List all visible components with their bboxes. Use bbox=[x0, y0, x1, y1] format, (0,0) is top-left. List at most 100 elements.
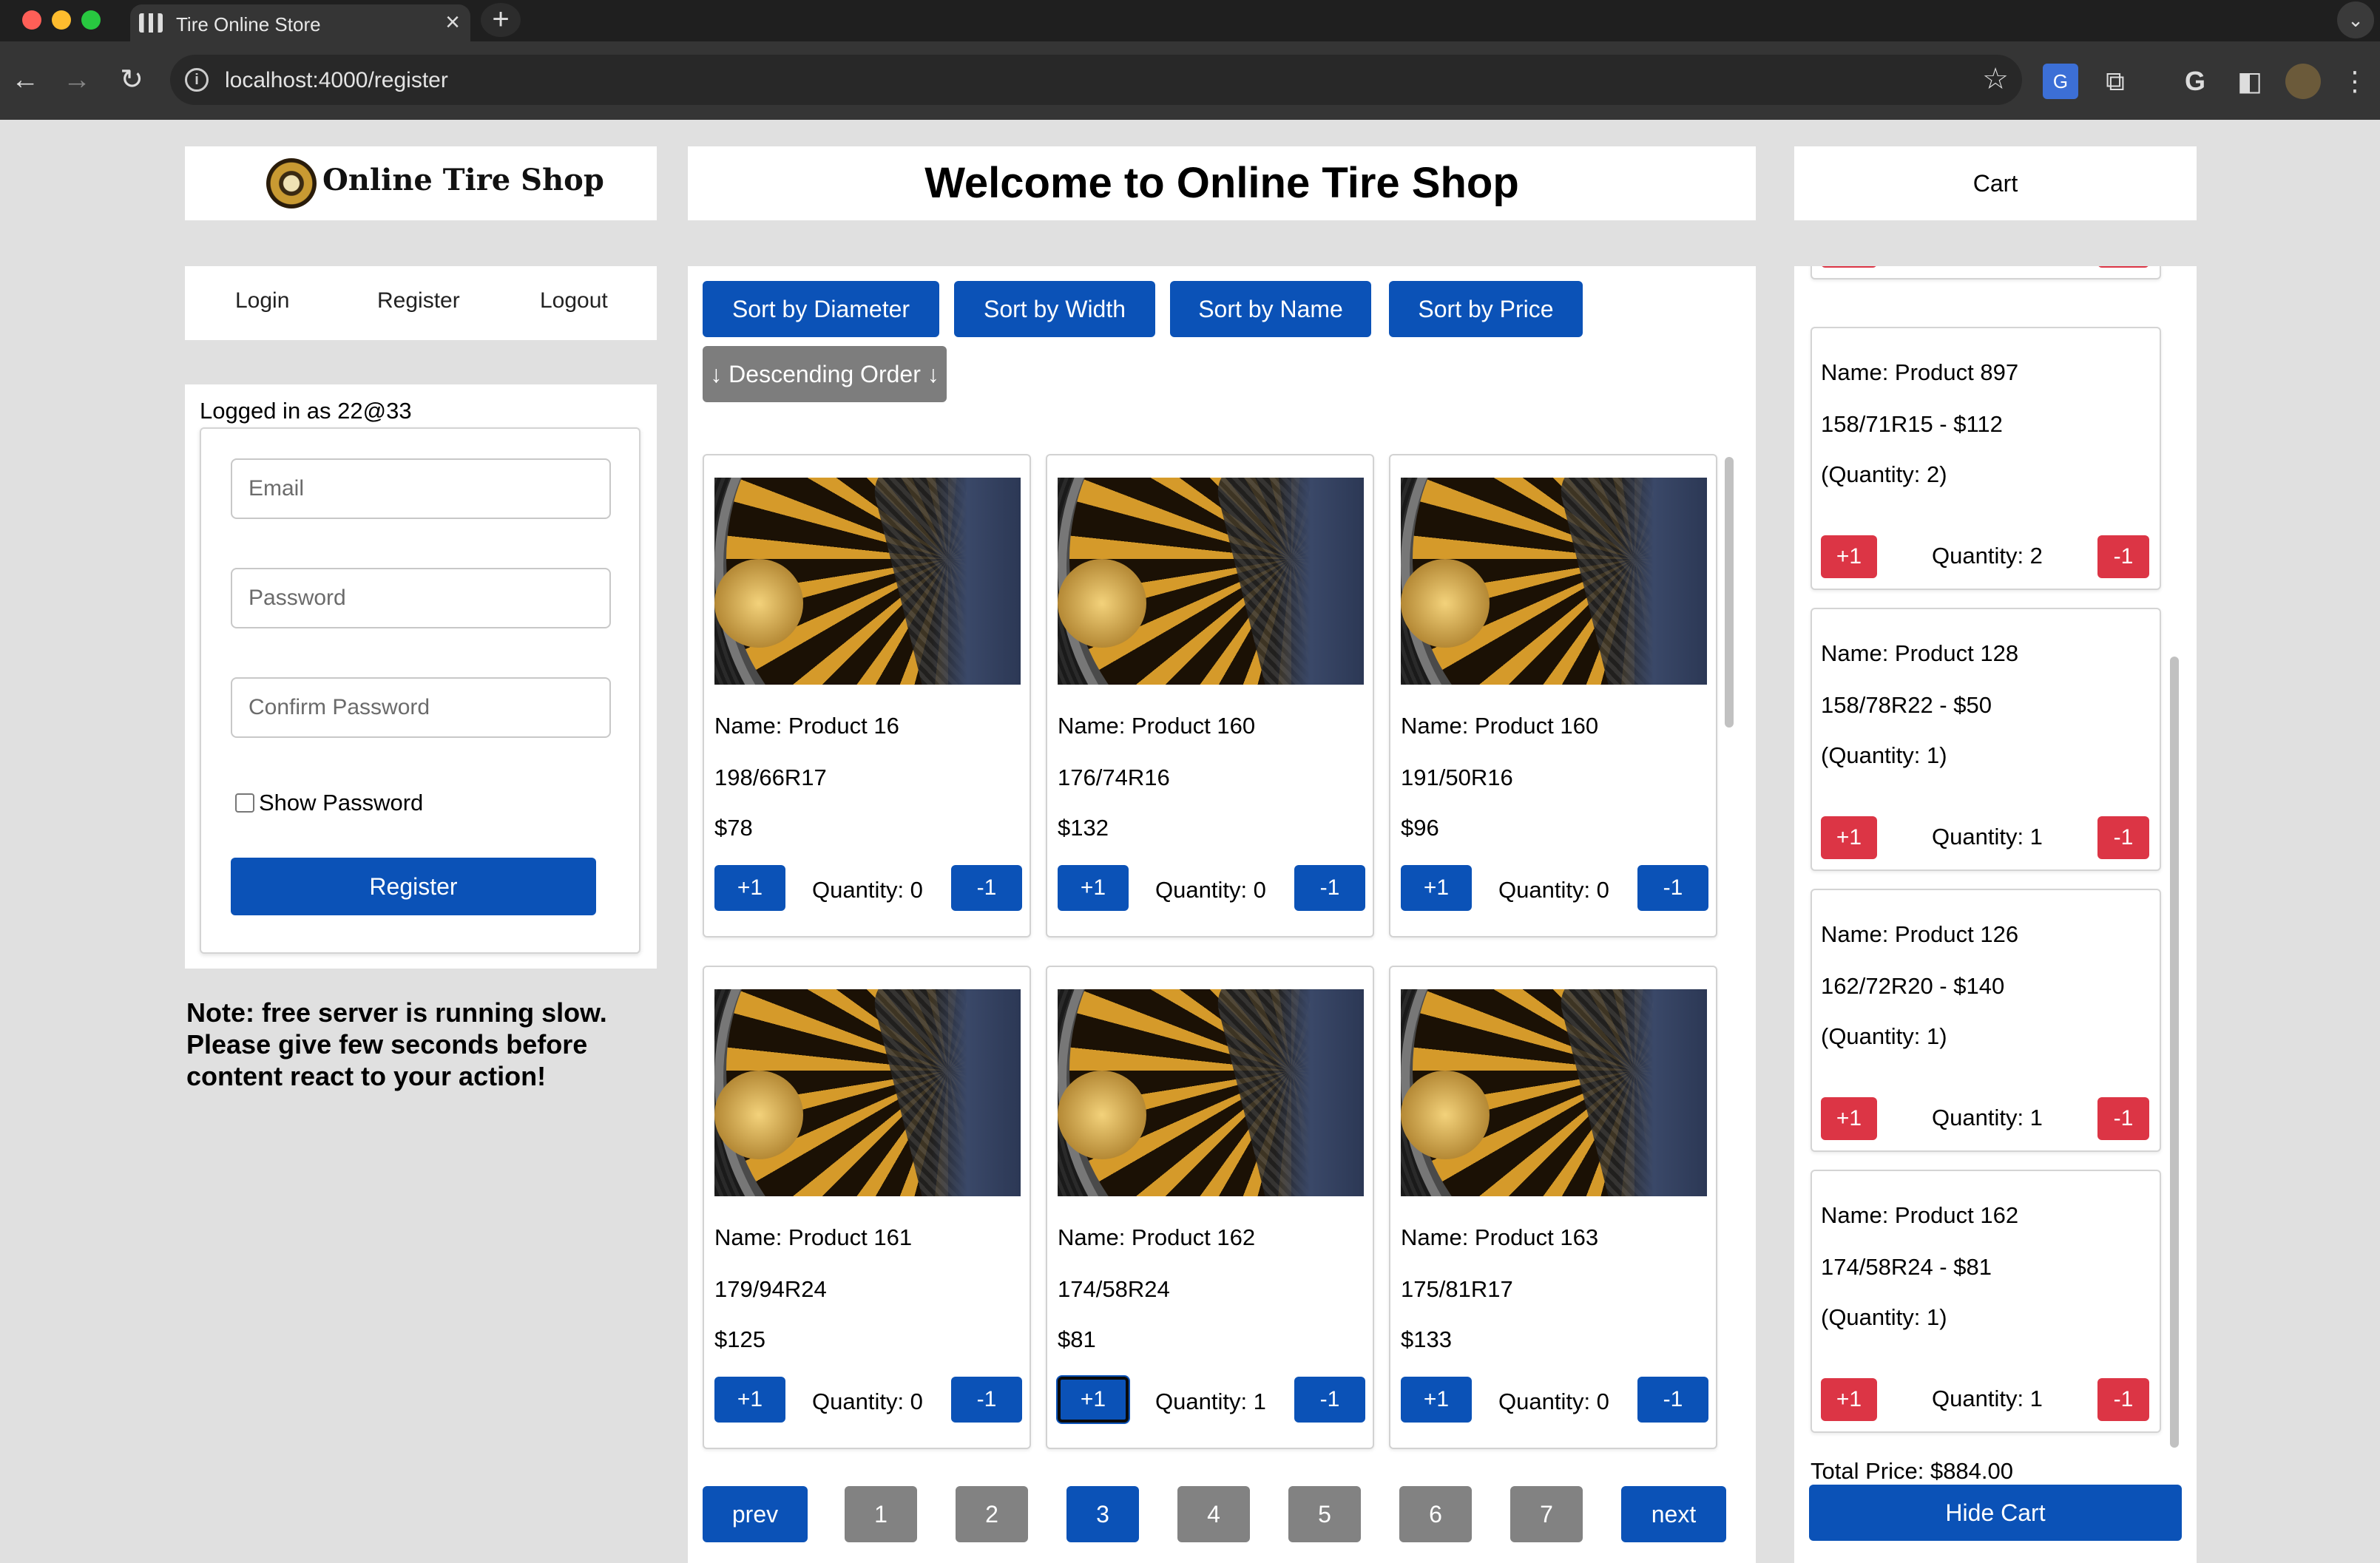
remove-one-button[interactable]: -1 bbox=[1294, 865, 1365, 911]
register-panel: Logged in as 22@33 Show Password Registe… bbox=[185, 384, 657, 969]
page-button[interactable]: 2 bbox=[956, 1486, 1028, 1542]
translate-icon[interactable]: G bbox=[2043, 64, 2078, 99]
sort-by-diameter-button[interactable]: Sort by Diameter bbox=[703, 281, 939, 337]
browser-tab[interactable]: Tire Online Store × bbox=[130, 4, 470, 41]
browser-menu-icon[interactable]: ⋮ bbox=[2337, 64, 2373, 99]
cart-remove-one-button[interactable]: -1 bbox=[2097, 535, 2149, 578]
address-bar[interactable]: i localhost:4000/register ☆ bbox=[170, 55, 2022, 105]
cart-item-qty-summary: (Quantity: 1) bbox=[1821, 742, 1947, 768]
add-one-button[interactable]: +1 bbox=[1058, 1377, 1129, 1423]
back-arrow-icon[interactable]: ← bbox=[3, 58, 47, 102]
add-one-button[interactable]: +1 bbox=[1401, 1377, 1472, 1423]
email-field[interactable] bbox=[231, 458, 611, 519]
cart-header[interactable]: Cart bbox=[1794, 146, 2197, 220]
cart-total-price: Total Price: $884.00 bbox=[1811, 1458, 2014, 1484]
cart-item-quantity: Quantity: 1 bbox=[1932, 1105, 2043, 1130]
extensions-icon[interactable]: ⧉ bbox=[2097, 64, 2133, 99]
scrollbar-thumb[interactable] bbox=[1725, 457, 1734, 728]
page-button[interactable]: 7 bbox=[1510, 1486, 1583, 1542]
cart-add-one-button[interactable] bbox=[1821, 266, 1877, 268]
product-scrollbar[interactable] bbox=[1723, 454, 1735, 1446]
cart-add-one-button[interactable]: +1 bbox=[1821, 535, 1877, 578]
login-link[interactable]: Login bbox=[235, 288, 289, 313]
add-one-button[interactable]: +1 bbox=[714, 1377, 785, 1423]
add-one-button[interactable]: +1 bbox=[714, 865, 785, 911]
show-password-toggle[interactable]: Show Password bbox=[235, 790, 423, 816]
tab-close-icon[interactable]: × bbox=[445, 9, 460, 35]
remove-one-button[interactable]: -1 bbox=[951, 865, 1022, 911]
product-size: 175/81R17 bbox=[1401, 1276, 1513, 1302]
close-window-button[interactable] bbox=[22, 10, 41, 30]
cart-remove-one-button[interactable] bbox=[2097, 266, 2149, 268]
remove-one-button[interactable]: -1 bbox=[1294, 1377, 1365, 1423]
product-card: Name: Product 160 191/50R16 $96 +1 Quant… bbox=[1389, 454, 1717, 938]
new-tab-button[interactable]: + bbox=[481, 3, 521, 37]
cart-remove-one-button[interactable]: -1 bbox=[2097, 1378, 2149, 1421]
tab-search-icon[interactable]: ⌄ bbox=[2337, 1, 2374, 38]
cart-remove-one-button[interactable]: -1 bbox=[2097, 816, 2149, 859]
sort-order-button[interactable]: ↓ Descending Order ↓ bbox=[703, 346, 947, 402]
remove-one-button[interactable]: -1 bbox=[1637, 1377, 1708, 1423]
tire-image bbox=[1058, 989, 1364, 1196]
cart-add-one-button[interactable]: +1 bbox=[1821, 1378, 1877, 1421]
cart-item-detail: 158/78R22 - $50 bbox=[1821, 692, 1992, 718]
cart-remove-one-button[interactable]: -1 bbox=[2097, 1097, 2149, 1140]
product-name: Name: Product 163 bbox=[1401, 1224, 1599, 1250]
google-icon[interactable]: G bbox=[2177, 64, 2213, 99]
product-name: Name: Product 162 bbox=[1058, 1224, 1256, 1250]
sort-by-price-button[interactable]: Sort by Price bbox=[1389, 281, 1583, 337]
prev-page-button[interactable]: prev bbox=[703, 1486, 808, 1542]
remove-one-button[interactable]: -1 bbox=[1637, 865, 1708, 911]
confirm-password-field[interactable] bbox=[231, 677, 611, 738]
shop-logo[interactable]: Online Tire Shop bbox=[185, 146, 657, 220]
tab-favicon-icon bbox=[139, 13, 163, 33]
cart-item: Name: Product 897 158/71R15 - $112 (Quan… bbox=[1811, 327, 2161, 590]
page-title: Welcome to Online Tire Shop bbox=[924, 159, 1519, 207]
product-card: Name: Product 163 175/81R17 $133 +1 Quan… bbox=[1389, 966, 1717, 1449]
cart-scrollbar[interactable] bbox=[2167, 279, 2182, 1455]
register-button[interactable]: Register bbox=[231, 858, 596, 915]
register-form: Show Password Register bbox=[200, 427, 640, 954]
sort-by-width-button[interactable]: Sort by Width bbox=[954, 281, 1155, 337]
cart-item-name: Name: Product 162 bbox=[1821, 1202, 2019, 1228]
register-link[interactable]: Register bbox=[377, 288, 460, 313]
sort-by-name-button[interactable]: Sort by Name bbox=[1170, 281, 1371, 337]
product-name: Name: Product 160 bbox=[1401, 713, 1599, 739]
forward-arrow-icon[interactable]: → bbox=[55, 58, 99, 102]
minimize-window-button[interactable] bbox=[52, 10, 71, 30]
logout-link[interactable]: Logout bbox=[540, 288, 608, 313]
cart-add-one-button[interactable]: +1 bbox=[1821, 1097, 1877, 1140]
page: Online Tire Shop Welcome to Online Tire … bbox=[0, 120, 2380, 1563]
show-password-checkbox[interactable] bbox=[235, 793, 254, 813]
remove-one-button[interactable]: -1 bbox=[951, 1377, 1022, 1423]
product-price: $133 bbox=[1401, 1326, 1452, 1352]
url-text[interactable]: localhost:4000/register bbox=[225, 68, 448, 93]
bookmark-star-icon[interactable]: ☆ bbox=[1982, 62, 2009, 96]
product-price: $96 bbox=[1401, 815, 1439, 841]
reload-icon[interactable]: ↻ bbox=[109, 58, 154, 102]
tire-image bbox=[1058, 478, 1364, 685]
password-field[interactable] bbox=[231, 568, 611, 628]
cart-add-one-button[interactable]: +1 bbox=[1821, 816, 1877, 859]
page-button[interactable]: 5 bbox=[1288, 1486, 1361, 1542]
hide-cart-button[interactable]: Hide Cart bbox=[1809, 1485, 2182, 1541]
product-quantity: Quantity: 1 bbox=[1155, 1389, 1266, 1414]
maximize-window-button[interactable] bbox=[81, 10, 101, 30]
page-button-current[interactable]: 3 bbox=[1066, 1486, 1139, 1542]
add-one-button[interactable]: +1 bbox=[1401, 865, 1472, 911]
product-size: 191/50R16 bbox=[1401, 764, 1513, 790]
page-button[interactable]: 6 bbox=[1399, 1486, 1472, 1542]
add-one-button[interactable]: +1 bbox=[1058, 865, 1129, 911]
page-button[interactable]: 4 bbox=[1177, 1486, 1250, 1542]
page-button[interactable]: 1 bbox=[845, 1486, 917, 1542]
cart-item-detail: 158/71R15 - $112 bbox=[1821, 411, 2003, 437]
next-page-button[interactable]: next bbox=[1621, 1486, 1726, 1542]
profile-avatar[interactable] bbox=[2285, 64, 2321, 99]
product-price: $81 bbox=[1058, 1326, 1096, 1352]
product-area: Sort by Diameter Sort by Width Sort by N… bbox=[688, 266, 1756, 1563]
site-info-icon[interactable]: i bbox=[185, 68, 209, 92]
cart-panel: Name: Product 897 158/71R15 - $112 (Quan… bbox=[1794, 266, 2197, 1563]
tire-image bbox=[1401, 478, 1707, 685]
cart-scrollbar-thumb[interactable] bbox=[2170, 657, 2179, 1448]
side-panel-icon[interactable]: ◧ bbox=[2232, 64, 2268, 99]
